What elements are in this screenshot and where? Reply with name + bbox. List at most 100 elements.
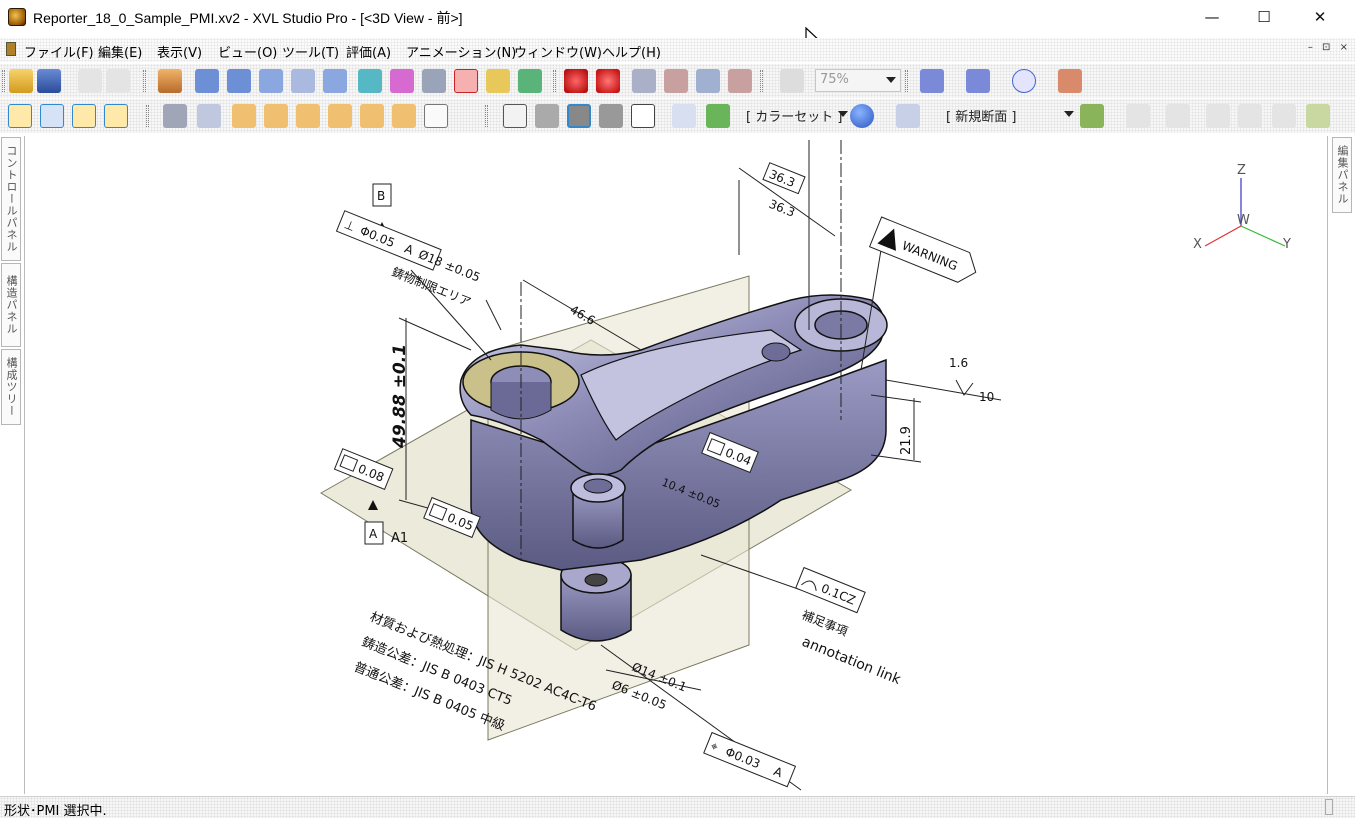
view-top-icon[interactable] (360, 104, 384, 128)
ball-select-icon[interactable] (596, 69, 620, 93)
history-icon[interactable] (1058, 69, 1082, 93)
section-tool-a-icon[interactable] (1126, 104, 1150, 128)
section-tool-b-icon[interactable] (1166, 104, 1190, 128)
zoom-icon[interactable] (259, 69, 283, 93)
annotation-icon[interactable] (486, 69, 510, 93)
section-tool-e-icon[interactable] (1272, 104, 1296, 128)
resize-grip[interactable] (1325, 799, 1333, 815)
dim-49-88[interactable]: 49.88 ±0.1 (390, 344, 410, 449)
move-icon[interactable] (966, 69, 990, 93)
section-tool-f-icon[interactable] (1306, 104, 1330, 128)
toolbar-grip[interactable] (760, 70, 763, 92)
wireframe-icon[interactable] (503, 104, 527, 128)
markup-icon[interactable] (390, 69, 414, 93)
datum-b-label[interactable]: B (377, 189, 385, 203)
transparency-icon[interactable] (780, 69, 804, 93)
toolbar-grip[interactable] (553, 70, 556, 92)
maximize-button[interactable]: ☐ (1238, 0, 1290, 34)
roughness-10[interactable]: 10 (979, 390, 994, 404)
menu-viewpoint[interactable]: ビュー(O) (218, 42, 277, 61)
edge-icon[interactable] (672, 104, 696, 128)
hidden-line-icon[interactable] (599, 104, 623, 128)
view-back-icon[interactable] (264, 104, 288, 128)
dim-36-3[interactable]: 36.3 (767, 197, 797, 220)
main-toolbar: 75% (0, 64, 1355, 98)
pan-icon[interactable] (195, 69, 219, 93)
material-icon[interactable] (850, 104, 874, 128)
reset-icon[interactable] (1012, 69, 1036, 93)
explode-icon[interactable] (920, 69, 944, 93)
panel-d-icon[interactable] (104, 104, 128, 128)
panel-a-icon[interactable] (8, 104, 32, 128)
rotate-icon[interactable] (227, 69, 251, 93)
panel-b-icon[interactable] (40, 104, 64, 128)
view-left-icon[interactable] (296, 104, 320, 128)
view-iso-icon[interactable] (424, 104, 448, 128)
3d-viewport[interactable]: B ⊥ Φ0.05 A Ø18 ±0.05 鋳物制限エリア 46.6 36.3 … (24, 136, 1328, 794)
pick-icon[interactable] (163, 104, 187, 128)
close-button[interactable]: ✕ (1294, 0, 1346, 34)
roughness-1-6[interactable]: 1.6 (949, 356, 968, 370)
shaded-edges-icon[interactable] (567, 104, 591, 128)
menu-help[interactable]: ヘルプ(H) (602, 42, 661, 61)
menu-tools[interactable]: ツール(T) (282, 42, 339, 61)
toolbar-grip[interactable] (485, 105, 488, 127)
view-bottom-icon[interactable] (392, 104, 416, 128)
mdi-controls[interactable]: – ⊡ × (1308, 42, 1351, 53)
zoom-select[interactable]: 75% (815, 69, 901, 92)
tool-icon[interactable] (422, 69, 446, 93)
section-select[interactable]: [ 新規断面 ] (942, 104, 1078, 127)
pmi-icon[interactable] (454, 69, 478, 93)
sphere-icon[interactable] (564, 69, 588, 93)
section-plane-icon[interactable] (1080, 104, 1104, 128)
menu-view[interactable]: 表示(V) (157, 42, 202, 61)
datum-a-label[interactable]: A (369, 527, 378, 541)
menu-bar: ファイル(F) 編集(E) 表示(V) ビュー(O) ツール(T) 評価(A) … (0, 38, 1355, 62)
section-c-icon[interactable] (728, 69, 752, 93)
undo-icon[interactable] (78, 69, 102, 93)
section-tool-d-icon[interactable] (1238, 104, 1262, 128)
section-a-icon[interactable] (664, 69, 688, 93)
color-set-icon[interactable] (706, 104, 730, 128)
measure-icon[interactable] (358, 69, 382, 93)
view-right-icon[interactable] (328, 104, 352, 128)
zoom-window-icon[interactable] (291, 69, 315, 93)
toolbar-grip[interactable] (905, 70, 908, 92)
home-view-icon[interactable] (158, 69, 182, 93)
open-file-icon[interactable] (9, 69, 33, 93)
display-icon[interactable] (896, 104, 920, 128)
fit-icon[interactable] (197, 104, 221, 128)
view-front-icon[interactable] (232, 104, 256, 128)
outline-icon[interactable] (631, 104, 655, 128)
annotation-link[interactable]: annotation link (800, 634, 904, 688)
tree-panel-tab[interactable]: 構成ツリー (1, 349, 21, 425)
toolbar-grip[interactable] (2, 70, 5, 92)
dim-21-9[interactable]: 21.9 (899, 426, 914, 455)
section-b-icon[interactable] (696, 69, 720, 93)
menu-edit[interactable]: 編集(E) (98, 42, 142, 61)
toolbar-grip[interactable] (146, 105, 149, 127)
section-tool-c-icon[interactable] (1206, 104, 1230, 128)
menu-file[interactable]: ファイル(F) (24, 42, 94, 61)
pmi-model-canvas[interactable]: B ⊥ Φ0.05 A Ø18 ±0.05 鋳物制限エリア 46.6 36.3 … (25, 136, 1328, 794)
edit-panel-tab[interactable]: 編集パネル (1332, 137, 1352, 213)
shaded-icon[interactable] (535, 104, 559, 128)
menu-evaluate[interactable]: 評価(A) (346, 42, 391, 61)
menu-window[interactable]: ウィンドウ(W) (514, 42, 602, 61)
minimize-button[interactable]: — (1186, 0, 1238, 34)
zoom-value: 75% (820, 72, 849, 87)
color-set-select[interactable]: [ カラーセット ] (742, 104, 848, 127)
datum-a1-label[interactable]: A1 (391, 531, 408, 546)
save-icon[interactable] (37, 69, 61, 93)
axis-z-label: Z (1237, 163, 1246, 178)
menu-animation[interactable]: アニメーション(N) (406, 42, 516, 61)
status-text: 形状･PMI 選択中. (4, 804, 107, 819)
control-panel-tab[interactable]: コントロールパネル (1, 137, 21, 261)
structure-panel-tab[interactable]: 構造パネル (1, 263, 21, 347)
fit-view-icon[interactable] (323, 69, 347, 93)
panel-c-icon[interactable] (72, 104, 96, 128)
redo-icon[interactable] (106, 69, 130, 93)
clip-icon[interactable] (632, 69, 656, 93)
toolbar-grip[interactable] (143, 70, 146, 92)
note-icon[interactable] (518, 69, 542, 93)
